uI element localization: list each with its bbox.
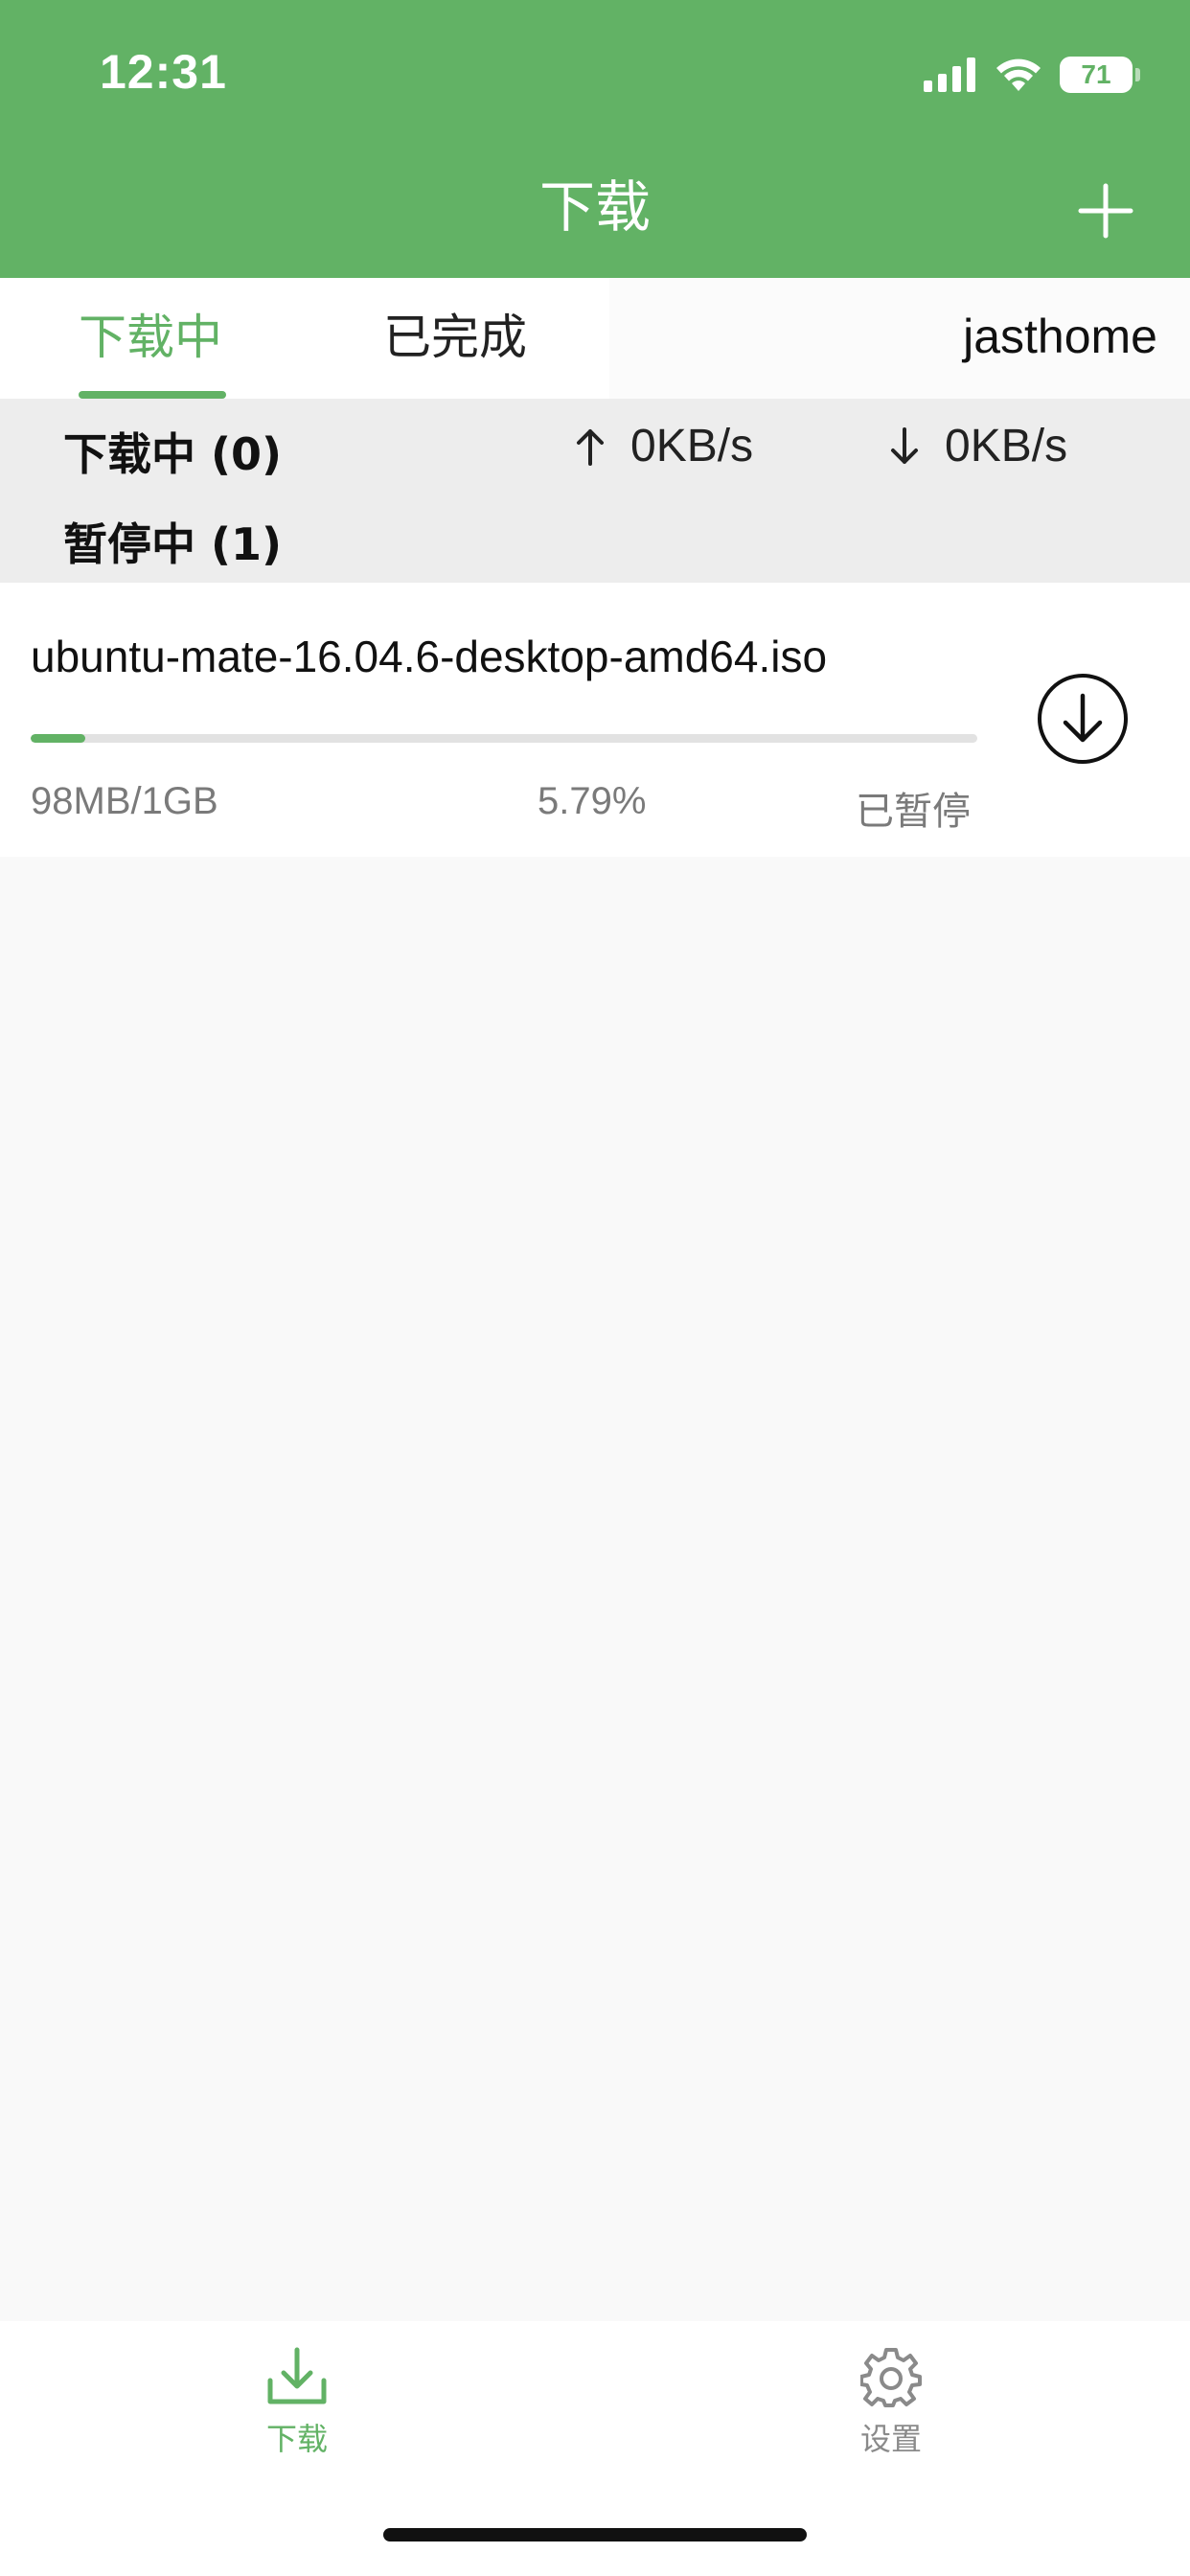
bottom-tab-settings[interactable]: 设置 <box>814 2346 968 2459</box>
host-selector[interactable]: jasthome <box>963 309 1157 364</box>
battery-indicator: 71 <box>1060 57 1140 93</box>
resume-download-icon[interactable] <box>1037 673 1129 765</box>
signal-icon <box>924 58 975 92</box>
download-status: 已暂停 <box>856 791 971 833</box>
bottom-tab-settings-label: 设置 <box>859 2421 922 2457</box>
tab-downloading[interactable]: 下载中 <box>79 307 222 368</box>
download-tray-icon <box>267 2347 327 2404</box>
downloading-count: 下载中 (0) <box>63 428 283 480</box>
bottom-tab-download[interactable]: 下载 <box>220 2346 374 2459</box>
app-header: 12:31 71 下载 <box>0 0 1190 278</box>
file-name: ubuntu-mate-16.04.6-desktop-amd64.iso <box>31 632 828 681</box>
tab-completed[interactable]: 已完成 <box>383 307 527 368</box>
paused-count: 暂停中 (1) <box>63 518 283 570</box>
tabs-container: 下载中 已完成 <box>0 278 609 399</box>
arrow-down-icon <box>891 426 918 464</box>
wifi-icon <box>996 58 1041 91</box>
arrow-up-icon <box>577 428 604 466</box>
download-speed-value: 0KB/s <box>945 421 1068 472</box>
progress-bar <box>31 734 977 743</box>
top-tab-bar: 下载中 已完成 jasthome <box>0 278 1190 399</box>
upload-speed: 0KB/s <box>575 420 753 472</box>
gear-icon <box>860 2348 922 2407</box>
add-icon[interactable] <box>1077 182 1134 240</box>
bottom-tab-download-label: 下载 <box>265 2421 328 2457</box>
progress-percent: 5.79% <box>538 780 647 822</box>
file-size: 98MB/1GB <box>31 780 218 822</box>
status-time: 12:31 <box>100 45 227 99</box>
download-speed: 0KB/s <box>889 420 1067 472</box>
home-indicator <box>383 2528 807 2542</box>
page-title: 下载 <box>538 174 651 240</box>
progress-fill <box>31 734 86 743</box>
download-item[interactable]: ubuntu-mate-16.04.6-desktop-amd64.iso 98… <box>0 583 1190 857</box>
status-icons: 71 <box>924 54 1140 96</box>
transfer-summary: 下载中 (0) 暂停中 (1) 0KB/s 0KB/s <box>0 399 1190 583</box>
active-tab-indicator <box>79 391 226 399</box>
upload-speed-value: 0KB/s <box>630 421 754 472</box>
